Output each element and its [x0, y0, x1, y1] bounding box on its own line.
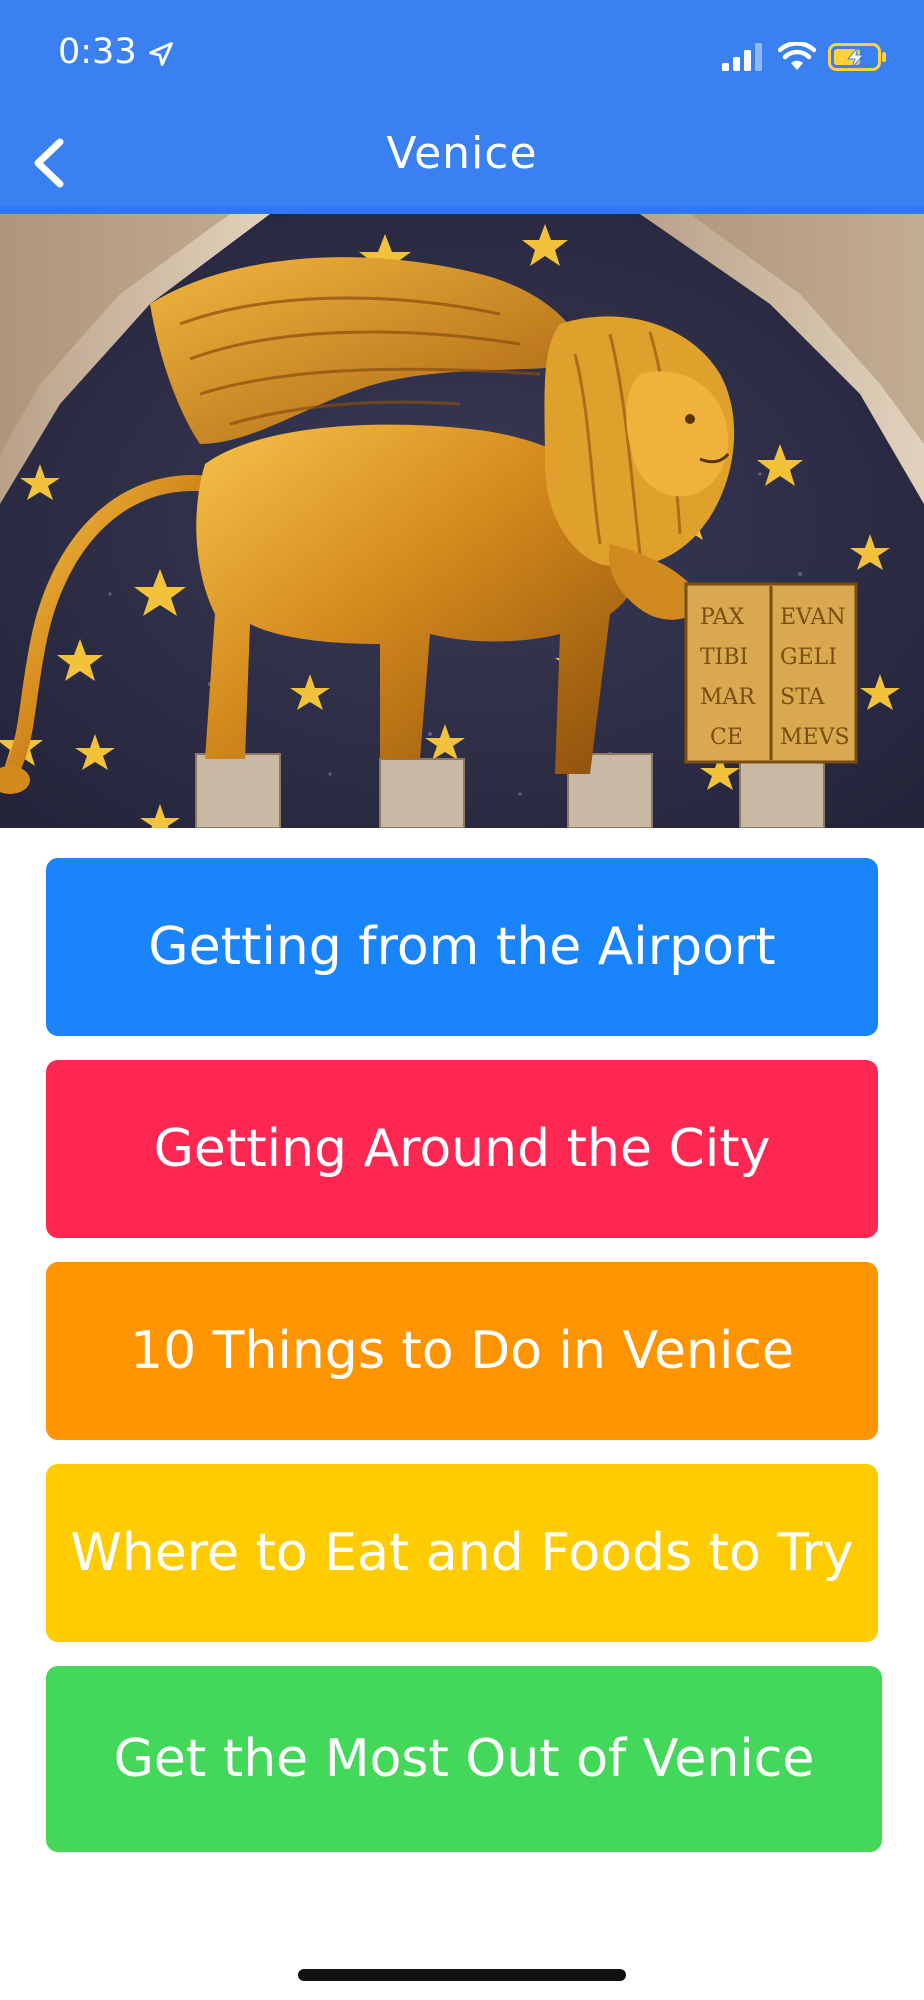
winged-lion-image: PAX EVAN TIBI GELI MAR STA CE MEVS	[0, 214, 924, 828]
book-text-8: MEVS	[780, 725, 850, 750]
status-icons	[722, 40, 888, 74]
book-text-6: STA	[780, 685, 826, 710]
battery-charging-icon	[828, 43, 886, 71]
book-text-5: MAR	[700, 685, 756, 710]
book-text-1: PAX	[700, 605, 745, 630]
get-most-out-button[interactable]: Get the Most Out of Venice	[46, 1666, 882, 1852]
location-arrow-icon	[149, 42, 173, 66]
book-text-3: TIBI	[700, 645, 748, 670]
getting-around-button[interactable]: Getting Around the City	[46, 1060, 878, 1238]
navigation-bar: Venice	[0, 110, 924, 214]
book-text-7: CE	[710, 725, 743, 750]
things-to-do-button[interactable]: 10 Things to Do in Venice	[46, 1262, 878, 1440]
page-title: Venice	[386, 128, 538, 179]
home-indicator	[298, 1969, 626, 1981]
menu-list: Getting from the Airport Getting Around …	[46, 858, 882, 1876]
airport-button[interactable]: Getting from the Airport	[46, 858, 878, 1036]
book-text-4: GELI	[780, 645, 837, 670]
cellular-signal-icon	[722, 43, 762, 71]
status-bar: 0:33	[0, 0, 924, 110]
status-time: 0:33	[58, 32, 137, 72]
hero-image: PAX EVAN TIBI GELI MAR STA CE MEVS	[0, 214, 924, 828]
wifi-icon	[778, 42, 816, 70]
book-text-2: EVAN	[780, 605, 846, 630]
where-to-eat-button[interactable]: Where to Eat and Foods to Try	[46, 1464, 878, 1642]
